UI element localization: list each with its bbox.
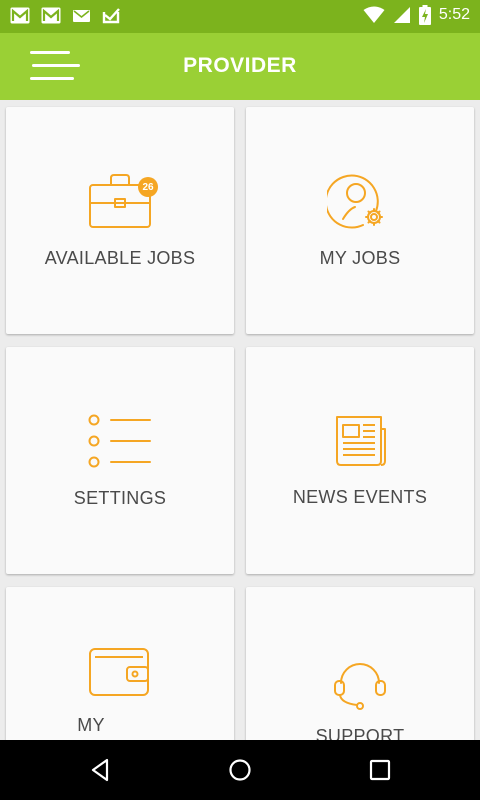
gmail-icon bbox=[41, 7, 61, 24]
newspaper-icon bbox=[336, 416, 386, 466]
signal-icon bbox=[393, 7, 410, 23]
page-title: PROVIDER bbox=[183, 54, 297, 77]
back-icon[interactable] bbox=[86, 756, 114, 784]
tile-label: SUPPORT bbox=[315, 726, 405, 740]
wifi-icon bbox=[363, 6, 385, 23]
check-icon bbox=[102, 8, 120, 24]
tile-my-wallet[interactable]: MY bbox=[6, 587, 234, 740]
badge-count: 26 bbox=[138, 177, 158, 197]
gmail-icon bbox=[10, 7, 30, 24]
recents-icon[interactable] bbox=[366, 756, 394, 784]
tile-my-jobs[interactable]: MY JOBS bbox=[246, 107, 474, 334]
home-icon[interactable] bbox=[226, 756, 254, 784]
status-bar: 5:52 bbox=[0, 0, 480, 33]
battery-charging-icon bbox=[418, 5, 431, 25]
tile-label: AVAILABLE JOBS bbox=[44, 248, 196, 268]
wallet-icon bbox=[89, 648, 149, 696]
mail-icon bbox=[73, 10, 90, 22]
tile-available-jobs[interactable]: 26 AVAILABLE JOBS bbox=[6, 107, 234, 334]
tile-label: MY JOBS bbox=[319, 248, 401, 268]
clock: 5:52 bbox=[438, 6, 470, 23]
dashboard-grid: 26 AVAILABLE JOBS MY JOBS SETTINGS NEWS … bbox=[0, 100, 480, 740]
tile-label: MY bbox=[77, 715, 105, 735]
headset-icon bbox=[334, 663, 386, 710]
app-bar: PROVIDER bbox=[0, 33, 480, 100]
tile-label: NEWS EVENTS bbox=[292, 487, 428, 507]
tile-label: SETTINGS bbox=[73, 488, 167, 508]
tile-settings[interactable]: SETTINGS bbox=[6, 347, 234, 574]
notification-icons bbox=[10, 7, 120, 24]
tile-support[interactable]: SUPPORT bbox=[246, 587, 474, 740]
system-icons: 5:52 bbox=[363, 5, 470, 25]
list-icon bbox=[88, 414, 151, 468]
tile-news-events[interactable]: NEWS EVENTS bbox=[246, 347, 474, 574]
navigation-bar bbox=[0, 740, 480, 800]
user-settings-icon bbox=[327, 174, 383, 229]
